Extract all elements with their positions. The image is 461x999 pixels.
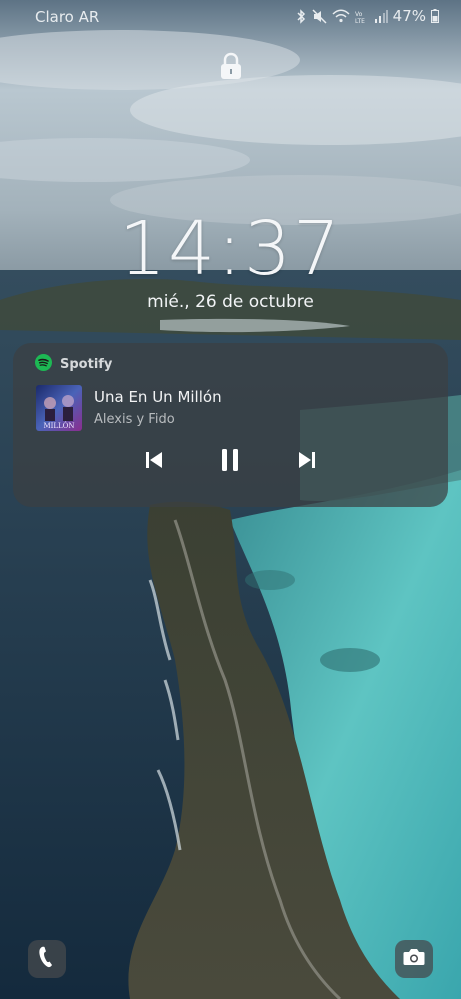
pause-icon	[220, 449, 240, 475]
wifi-icon	[332, 9, 350, 24]
svg-text:Vo: Vo	[355, 11, 363, 18]
lock-screen: Claro AR Vo LTE 47% 14:37 mié., 26 de oc…	[0, 0, 461, 999]
carrier-name: Claro AR	[35, 8, 100, 26]
previous-icon	[145, 451, 163, 473]
signal-icon	[374, 9, 388, 23]
next-icon	[298, 451, 316, 473]
track-artist: Alexis y Fido	[94, 412, 175, 427]
camera-icon	[403, 948, 425, 970]
lockscreen-clock: 14:37	[118, 206, 343, 292]
previous-button[interactable]	[139, 447, 169, 477]
svg-text:LTE: LTE	[355, 18, 365, 24]
pause-button[interactable]	[215, 447, 245, 477]
bluetooth-icon	[296, 8, 307, 24]
mute-icon	[312, 8, 327, 24]
album-art: MILLÓN	[36, 385, 82, 431]
phone-icon	[38, 946, 56, 972]
media-player-card[interactable]: Spotify MILLÓN Una En Un Millón Alexis y…	[13, 343, 448, 507]
media-app-name: Spotify	[60, 357, 113, 372]
status-icons: Vo LTE 47%	[296, 7, 439, 25]
media-controls	[13, 447, 448, 477]
battery-percent: 47%	[392, 7, 426, 25]
spotify-icon	[35, 354, 52, 375]
track-title: Una En Un Millón	[94, 388, 222, 406]
lock-icon[interactable]	[219, 52, 243, 80]
phone-shortcut-button[interactable]	[28, 940, 66, 978]
battery-icon	[431, 9, 439, 23]
media-app-header: Spotify	[35, 354, 112, 375]
status-bar: Claro AR Vo LTE 47%	[0, 0, 461, 34]
volte-icon: Vo LTE	[355, 9, 369, 24]
lockscreen-date: mié., 26 de octubre	[147, 292, 314, 312]
camera-shortcut-button[interactable]	[395, 940, 433, 978]
next-button[interactable]	[292, 447, 322, 477]
album-art-text: MILLÓN	[43, 421, 74, 430]
